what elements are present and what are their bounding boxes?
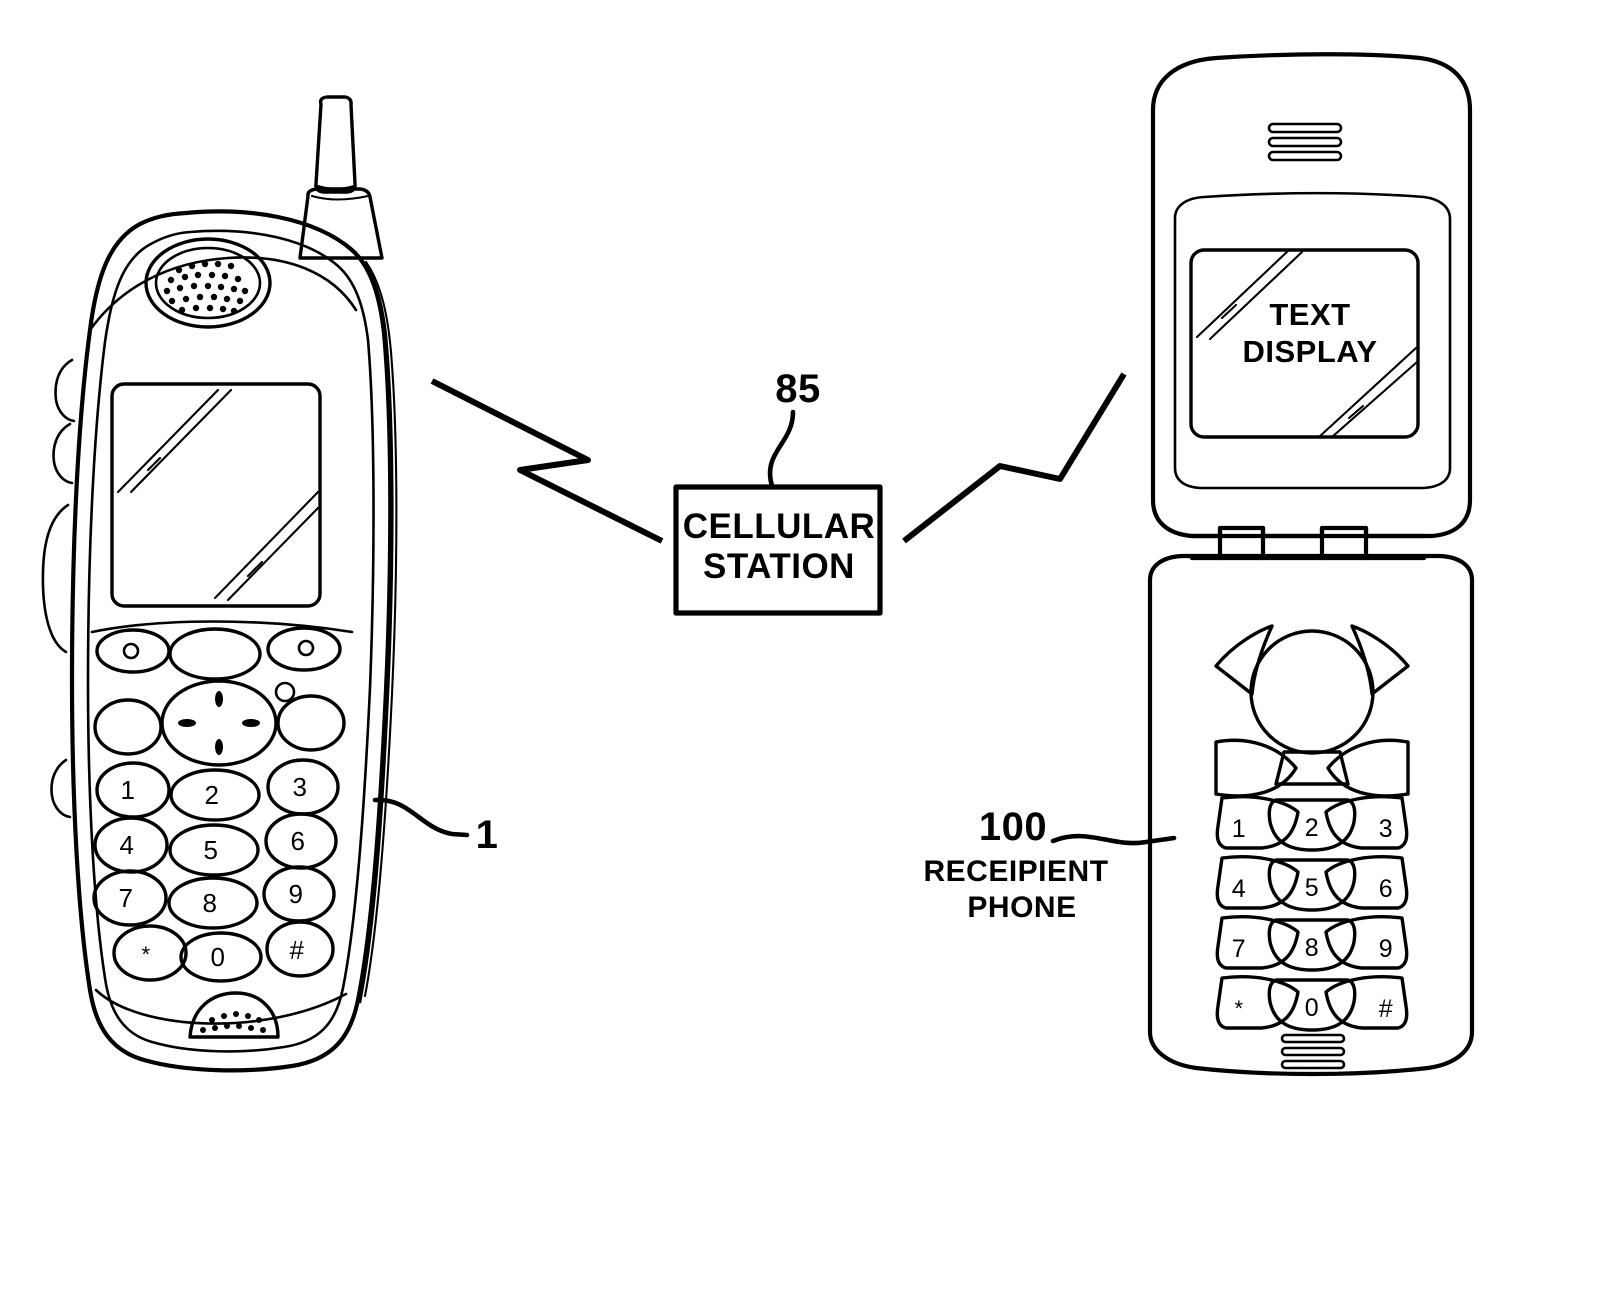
- recipient-ref-callout: 100 RECEIPIENT PHONE: [923, 805, 1177, 924]
- sender-key-label: *: [141, 942, 150, 967]
- recipient-key-send[interactable]: [1214, 738, 1298, 798]
- sender-key-label: 5: [204, 835, 219, 865]
- patent-figure: 1 2 3 4 5 6 7 8 9 * 0 # 1 85 CELLULAR ST…: [0, 0, 1610, 1304]
- sender-phone[interactable]: 1 2 3 4 5 6 7 8 9 * 0 # 1: [41, 95, 499, 1073]
- recipient-key-end[interactable]: [1326, 738, 1410, 798]
- sender-key-end[interactable]: [276, 694, 346, 752]
- sender-softkey-left[interactable]: [95, 628, 171, 674]
- recipient-key[interactable]: #: [1324, 975, 1409, 1030]
- sender-key-label: #: [290, 935, 305, 965]
- sender-key-label: 4: [120, 830, 135, 860]
- display-text-line2: DISPLAY: [1242, 334, 1377, 369]
- recipient-nav-cluster[interactable]: [1214, 624, 1410, 798]
- sender-ref-number: 1: [476, 813, 499, 857]
- sender-key-label: 9: [289, 879, 304, 909]
- cellular-station[interactable]: 85 CELLULAR STATION: [673, 367, 883, 616]
- display-text-line1: TEXT: [1269, 297, 1350, 332]
- sender-ref-callout: 1: [372, 797, 499, 857]
- rf-link-sender-station: [430, 378, 664, 544]
- sender-key[interactable]: 5: [168, 823, 260, 877]
- recipient-key[interactable]: *: [1215, 975, 1300, 1030]
- sender-key-label: 0: [211, 942, 226, 972]
- sender-key[interactable]: 9: [262, 865, 336, 923]
- recipient-key-label: 7: [1232, 935, 1246, 963]
- recipient-key-label: 5: [1305, 874, 1319, 902]
- sender-softkey-right[interactable]: [266, 626, 342, 672]
- microphone-slots-icon: [1280, 1033, 1346, 1070]
- sender-key-label: 2: [205, 780, 220, 810]
- recipient-ref-label-line2: PHONE: [967, 891, 1076, 924]
- recipient-ref-number: 100: [979, 805, 1047, 849]
- sender-side-buttons[interactable]: [41, 358, 76, 819]
- sender-softkey-center[interactable]: [168, 627, 262, 681]
- left-softkey-triangle-icon[interactable]: [1214, 624, 1274, 696]
- station-ref-number: 85: [775, 367, 821, 411]
- sender-key[interactable]: 3: [266, 758, 340, 816]
- recipient-key-label: #: [1379, 995, 1393, 1023]
- sender-navpad[interactable]: [93, 679, 346, 767]
- recipient-key-label: 0: [1305, 994, 1319, 1022]
- sender-key-label: 3: [293, 772, 308, 802]
- station-leader-line: [767, 409, 796, 489]
- recipient-ref-label-line1: RECEIPIENT: [923, 855, 1108, 888]
- recipient-key-label: *: [1234, 996, 1243, 1021]
- figure-canvas: 1 2 3 4 5 6 7 8 9 * 0 # 1 85 CELLULAR ST…: [41, 52, 1475, 1077]
- recipient-key[interactable]: 7: [1215, 915, 1300, 970]
- sender-key[interactable]: 7: [92, 869, 168, 927]
- screen-glare: [116, 388, 320, 602]
- recipient-display: TEXT DISPLAY: [1189, 248, 1420, 439]
- sender-key-label: 8: [203, 888, 218, 918]
- sender-key[interactable]: 1: [95, 761, 171, 819]
- recipient-key[interactable]: 9: [1324, 915, 1409, 970]
- right-softkey-triangle-icon[interactable]: [1350, 624, 1410, 696]
- recipient-key[interactable]: 1: [1215, 795, 1300, 850]
- sender-key-label: 1: [121, 775, 136, 805]
- sender-key[interactable]: 8: [167, 876, 259, 930]
- recipient-flip-upper: TEXT DISPLAY: [1150, 52, 1473, 539]
- round-nav-button-icon[interactable]: [1249, 629, 1375, 755]
- recipient-key-label: 4: [1232, 875, 1246, 903]
- antenna-icon: [298, 95, 384, 260]
- recipient-key[interactable]: 6: [1324, 855, 1409, 910]
- sender-key-label: 6: [291, 826, 306, 856]
- recipient-key[interactable]: 3: [1324, 795, 1409, 850]
- sender-key[interactable]: #: [265, 920, 335, 978]
- recipient-key-label: 9: [1379, 935, 1393, 963]
- sender-key-send[interactable]: [93, 698, 163, 756]
- recipient-key-label: 3: [1379, 815, 1393, 843]
- sender-softkeys[interactable]: [95, 626, 342, 681]
- station-label-line2: STATION: [703, 547, 855, 586]
- sender-indicator-led: [274, 681, 296, 703]
- recipient-hinge: [1189, 525, 1427, 561]
- sender-phone-shell: [69, 209, 398, 1073]
- station-label-line1: CELLULAR: [683, 507, 876, 546]
- sender-key-label: 7: [119, 883, 134, 913]
- sender-keypad[interactable]: 1 2 3 4 5 6 7 8 9 * 0 #: [92, 758, 340, 983]
- sender-key[interactable]: 0: [179, 931, 263, 983]
- sender-screen: [110, 382, 322, 608]
- sender-key[interactable]: 6: [264, 812, 338, 870]
- sender-microphone: [94, 988, 348, 1039]
- sender-key[interactable]: 2: [169, 768, 261, 822]
- recipient-phone[interactable]: TEXT DISPLAY 1 2 3 4 5 6 7 8 9 * 0 # 100…: [923, 52, 1475, 1077]
- speaker-slots-icon: [1267, 122, 1343, 162]
- recipient-key-label: 8: [1305, 934, 1319, 962]
- recipient-keypad[interactable]: 1 2 3 4 5 6 7 8 9 * 0 #: [1215, 795, 1409, 1032]
- recipient-key-label: 6: [1379, 875, 1393, 903]
- rf-link-station-recipient: [902, 372, 1127, 544]
- recipient-key[interactable]: 4: [1215, 855, 1300, 910]
- recipient-key-label: 1: [1232, 815, 1246, 843]
- recipient-key-label: 2: [1305, 814, 1319, 842]
- speaker-holes: [163, 260, 249, 315]
- sender-key[interactable]: 4: [93, 816, 169, 874]
- sender-key[interactable]: *: [112, 924, 188, 982]
